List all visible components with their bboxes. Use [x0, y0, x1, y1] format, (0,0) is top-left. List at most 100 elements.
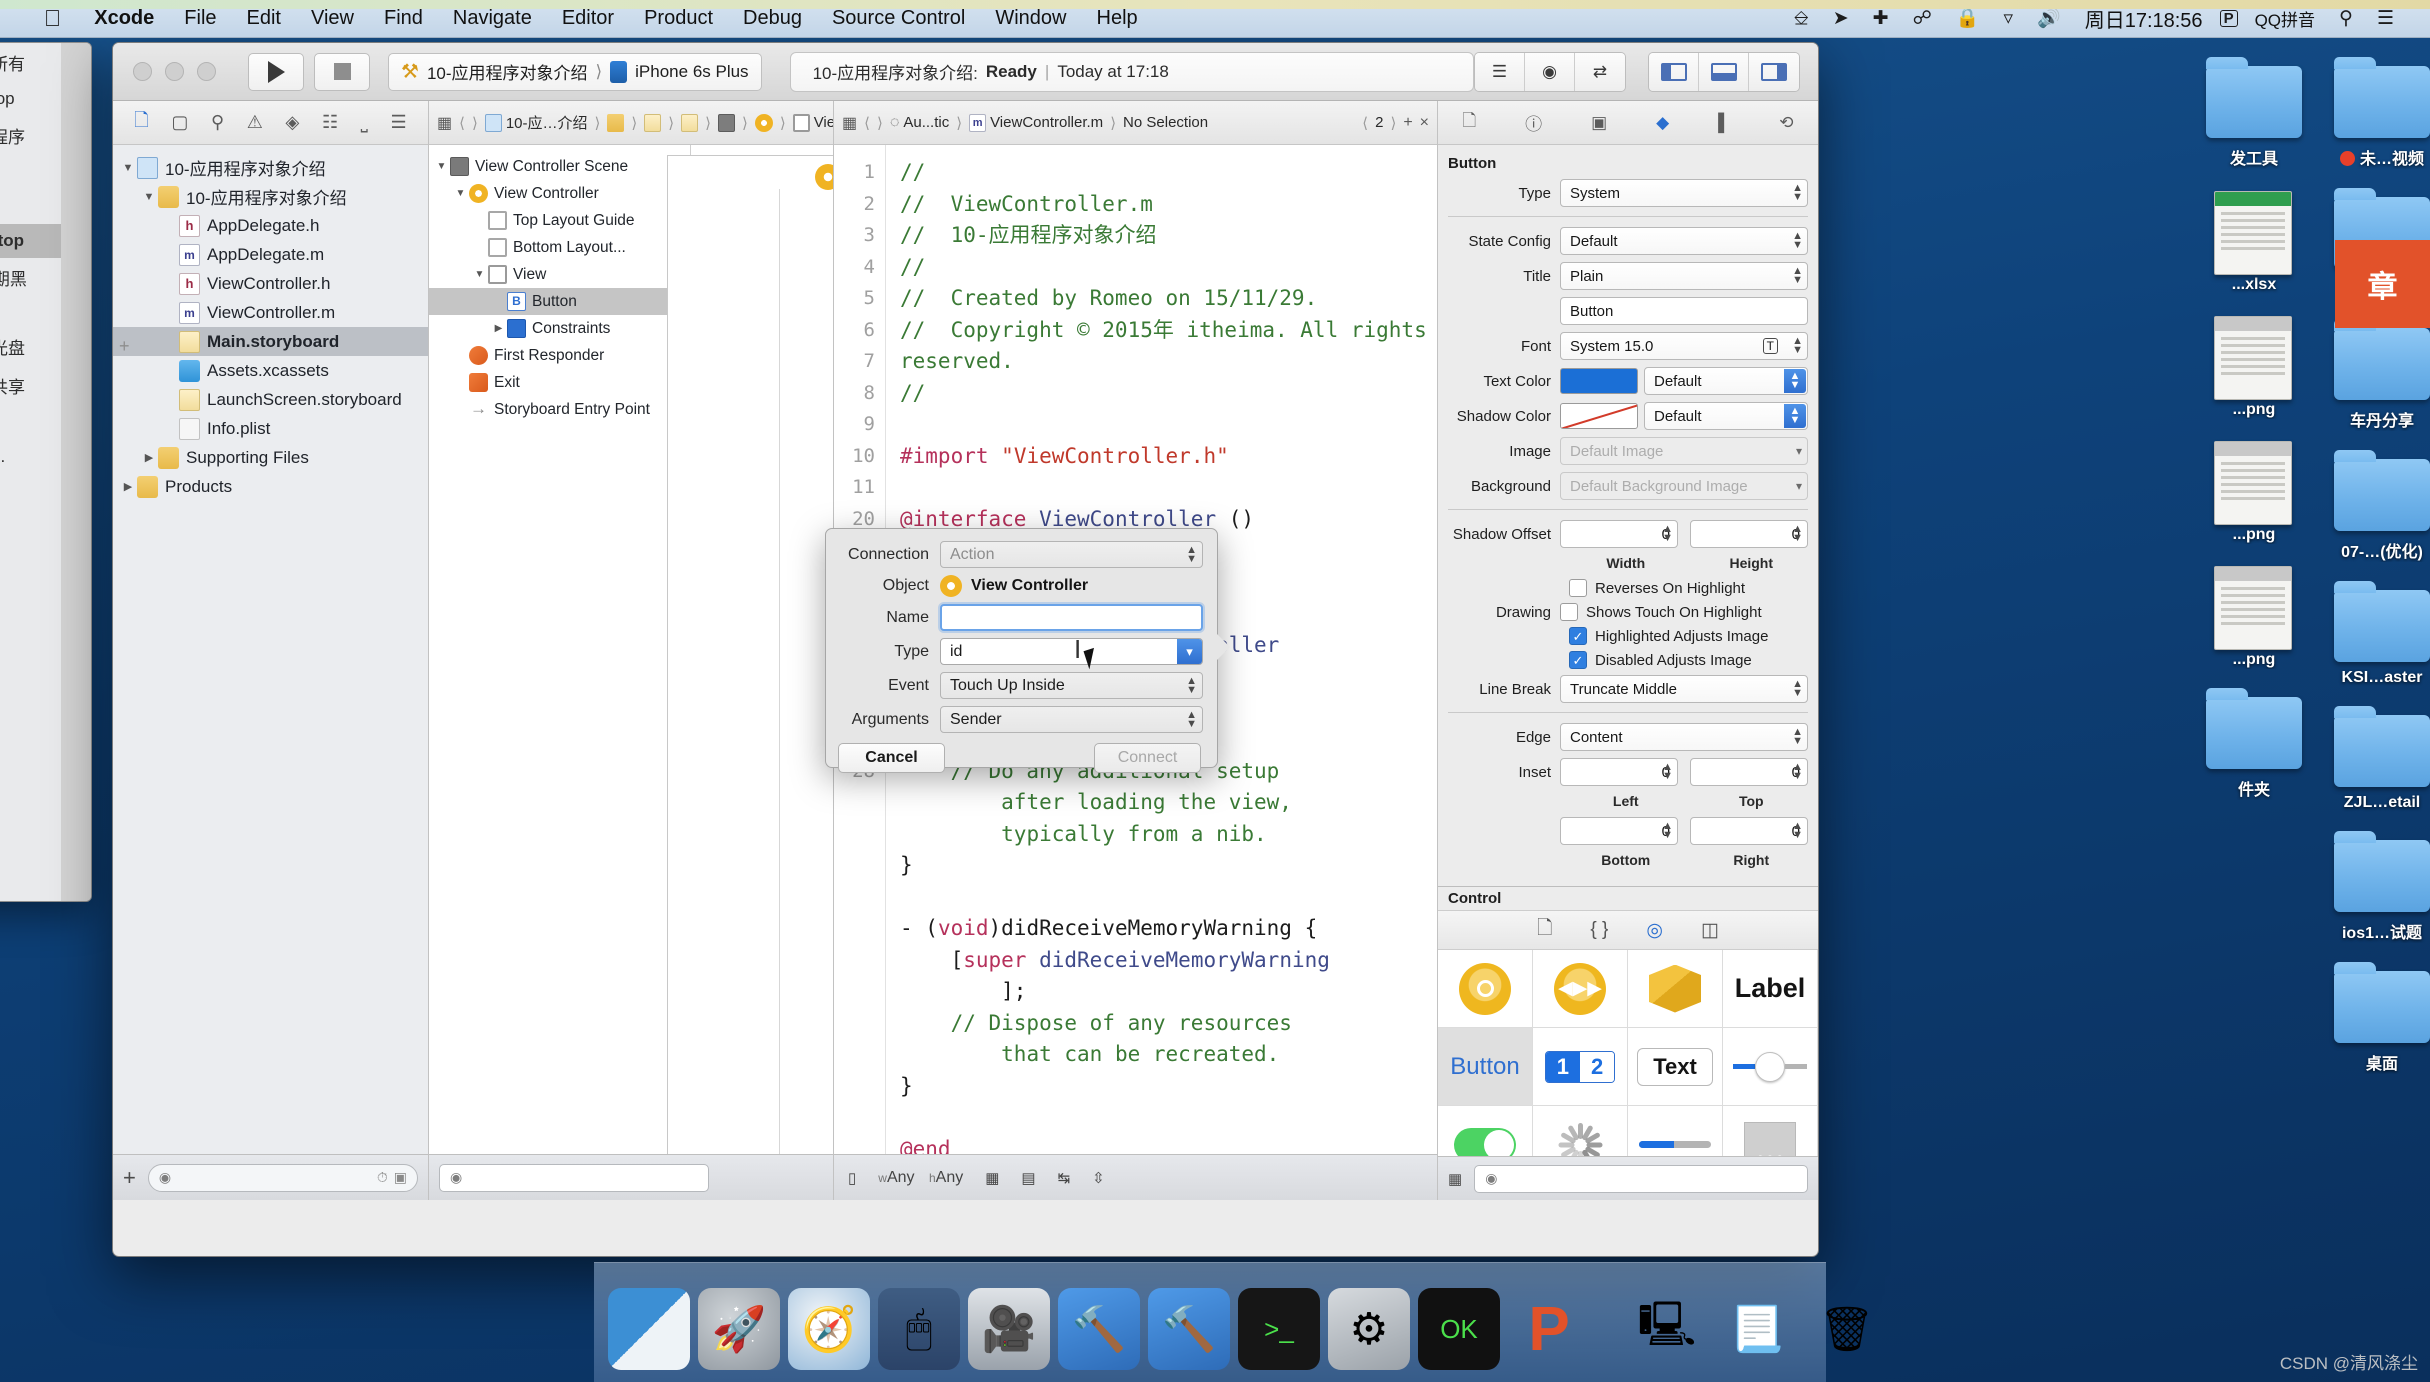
wifi-icon[interactable]: ▿: [1991, 9, 2025, 28]
navigator-row[interactable]: ▼ 10-应用程序对象介绍: [113, 153, 428, 182]
drawing-option-disabled-adjusts[interactable]: ✓ Disabled Adjusts Image: [1438, 651, 1818, 669]
desktop-item[interactable]: ZJL…etail: [2318, 701, 2430, 812]
drawing-option-highlighted-adjusts[interactable]: ✓ Highlighted Adjusts Image: [1438, 627, 1818, 645]
navigator-row[interactable]: h ViewController.h: [113, 269, 428, 298]
desktop-item[interactable]: ...png: [2190, 308, 2318, 419]
inset-right-field[interactable]: 0: [1690, 817, 1808, 845]
disclosure-triangle[interactable]: ▶: [490, 323, 507, 334]
navigator-row[interactable]: ▶ Products: [113, 472, 428, 501]
bluetooth-icon[interactable]: ☍: [1901, 9, 1944, 28]
storyboard-scene-icon[interactable]: [681, 113, 699, 132]
navigator-toggle-button[interactable]: [1649, 52, 1699, 91]
desktop-item[interactable]: 07-…(优化): [2318, 445, 2430, 562]
screen-share-icon[interactable]: ⎒: [1782, 9, 1821, 28]
input-method-label[interactable]: QQ拼音: [2243, 6, 2327, 31]
quicktime-icon[interactable]: 🎥: [968, 1288, 1050, 1370]
desktop-item[interactable]: ...png: [2190, 433, 2318, 544]
checkbox-reverses-on-highlight[interactable]: [1569, 579, 1587, 597]
attr-value-line-break[interactable]: Truncate Middle ▲ ▼: [1560, 675, 1808, 703]
navigator-row[interactable]: Assets.xcassets: [113, 356, 428, 385]
library-item-activity-indicator[interactable]: [1533, 1106, 1628, 1156]
notes-icon[interactable]: 📃: [1716, 1288, 1798, 1370]
drawing-option-shows-touch[interactable]: Drawing Shows Touch On Highlight: [1438, 603, 1818, 621]
library-item-button[interactable]: Button: [1438, 1028, 1533, 1106]
location-icon[interactable]: ➤: [1821, 9, 1861, 28]
notification-center-icon[interactable]: ☰: [2365, 9, 2406, 28]
code-line[interactable]: [super didReceiveMemoryWarning: [900, 945, 1437, 977]
run-button[interactable]: [248, 52, 304, 91]
library-item-segmented-control[interactable]: 12: [1533, 1028, 1628, 1106]
code-line[interactable]: [900, 1102, 1437, 1134]
screen-share-icon[interactable]: 🖳: [1626, 1288, 1708, 1370]
code-snippet-library-tab[interactable]: { }: [1590, 919, 1608, 941]
related-items-icon[interactable]: ▦: [842, 113, 857, 133]
stepper-icon[interactable]: ▲ ▼: [1662, 821, 1673, 841]
outline-row[interactable]: Top Layout Guide: [429, 207, 690, 234]
attributes-inspector-tab[interactable]: ◆: [1656, 113, 1669, 133]
finder-icon[interactable]: [608, 1288, 690, 1370]
stop-button[interactable]: [314, 52, 370, 91]
inset-top-field[interactable]: 0: [1690, 758, 1808, 786]
macos-dock[interactable]: 🚀 🧭 🖱 🎥 🔨 🔨 >_ ⚙ OK P 🖳 📃 🗑: [594, 1262, 1875, 1382]
assistant-editor-button[interactable]: ◉: [1525, 52, 1575, 91]
library-item-label[interactable]: Label: [1723, 950, 1818, 1028]
next-counterpart-icon[interactable]: ⟩: [1390, 114, 1396, 132]
attr-value-title-text[interactable]: Button: [1560, 297, 1808, 325]
resolve-icon[interactable]: ⇳: [1092, 1169, 1105, 1187]
desktop-item[interactable]: 未…视频: [2318, 52, 2430, 169]
volume-icon[interactable]: 🔊: [2025, 9, 2073, 28]
ib-canvas[interactable]: [667, 145, 833, 1154]
disclosure-triangle[interactable]: ▼: [471, 269, 488, 280]
recent-filter-icon[interactable]: ⏱: [377, 1169, 388, 1186]
disclosure-triangle[interactable]: ▶: [140, 451, 158, 464]
library-item-text-field[interactable]: Text: [1628, 1028, 1723, 1106]
size-inspector-tab[interactable]: ▌: [1718, 113, 1730, 133]
finder-window[interactable]: 我的所有AirDrop应用程序文稿 Desktop第13期黑远程光盘课程共享所有.…: [0, 42, 92, 902]
connection-popup[interactable]: Connection Action ▲ ▼ Object View Control…: [825, 528, 1230, 773]
assistant-mode-chip[interactable]: ◌ Au...tic: [890, 114, 949, 132]
outline-row[interactable]: Exit: [429, 369, 690, 396]
checkbox-shows-touch-on-highlight[interactable]: [1560, 603, 1578, 621]
input-source-badge[interactable]: P: [2219, 10, 2238, 27]
inspector-tab-bar[interactable]: 🗋 ⓘ ▣ ◆ ▌ ⟲: [1438, 101, 1818, 145]
finder-sidebar-item[interactable]: 所有...: [0, 435, 63, 474]
desktop-item[interactable]: 发工具: [2190, 52, 2318, 169]
symbol-navigator-tab[interactable]: ▢: [171, 112, 188, 133]
pin-icon[interactable]: ▦: [985, 1169, 999, 1187]
attr-value-edge[interactable]: Content ▲ ▼: [1560, 723, 1808, 751]
navigator-row[interactable]: ▼ 10-应用程序对象介绍: [113, 182, 428, 211]
desktop-item[interactable]: 件夹: [2190, 683, 2318, 800]
library-item-switch[interactable]: [1438, 1106, 1533, 1156]
library-item-view-controller[interactable]: [1438, 950, 1533, 1028]
code-line[interactable]: }: [900, 850, 1437, 882]
attr-value-image[interactable]: Default Image ▾: [1560, 437, 1808, 465]
test-navigator-tab[interactable]: ◈: [286, 112, 300, 133]
prev-counterpart-icon[interactable]: ⟨: [1362, 114, 1368, 132]
code-line[interactable]: [900, 472, 1437, 504]
attr-value-font[interactable]: System 15.0 T ▲ ▼: [1560, 332, 1808, 360]
navigator-row[interactable]: Info.plist: [113, 414, 428, 443]
text-color-swatch[interactable]: [1560, 368, 1638, 394]
xcode-beta-icon[interactable]: 🔨: [1148, 1288, 1230, 1370]
desktop-item[interactable]: ios1…试题: [2318, 826, 2430, 943]
library-item-page-control[interactable]: [1723, 1106, 1818, 1156]
attr-value-state-config[interactable]: Default ▲ ▼: [1560, 227, 1808, 255]
finder-sidebar-item[interactable]: 第13期黑: [0, 258, 63, 297]
chevron-down-icon[interactable]: ▾: [1177, 639, 1202, 664]
minimize-button[interactable]: [165, 62, 184, 81]
code-line[interactable]: typically from a nib.: [900, 819, 1437, 851]
scene-dock[interactable]: [667, 159, 833, 195]
quick-help-tab[interactable]: ⓘ: [1525, 110, 1542, 135]
project-navigator-tab[interactable]: 🗋: [134, 108, 148, 138]
disclosure-triangle[interactable]: ▼: [119, 162, 137, 174]
editor-jump-bar[interactable]: ▦ ⟨ ⟩ ◌ Au...tic ⟩ m ViewController.m ⟩ …: [834, 101, 1437, 145]
forward-icon[interactable]: ⟩: [472, 114, 478, 132]
desktop-item[interactable]: 桌面: [2318, 957, 2430, 1074]
drawing-option-reverses[interactable]: Reverses On Highlight: [1438, 579, 1818, 597]
shadow-color-swatch[interactable]: [1560, 403, 1638, 429]
console-icon[interactable]: OK: [1418, 1288, 1500, 1370]
search-icon[interactable]: ⚲: [2327, 9, 2365, 28]
window-traffic-lights[interactable]: [113, 62, 216, 81]
object-library-grid[interactable]: ◀▶▶ Label Button 12 Text: [1438, 950, 1818, 1156]
code-line[interactable]: [900, 409, 1437, 441]
